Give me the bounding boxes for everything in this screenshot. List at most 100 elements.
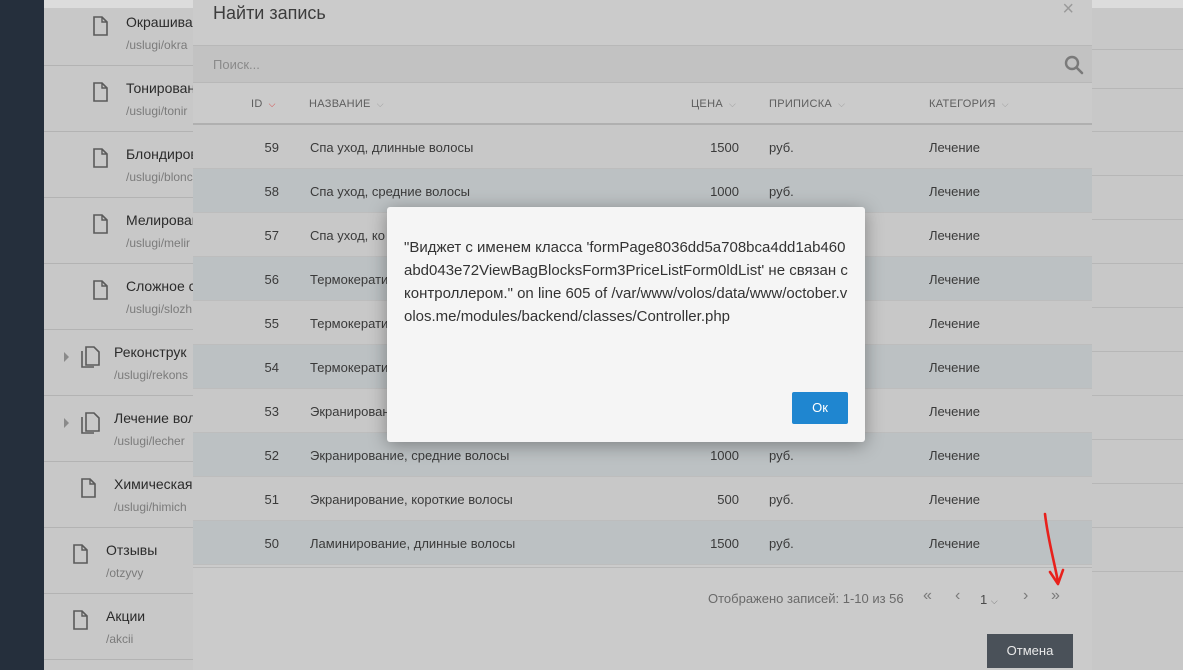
close-icon[interactable]: × [1062, 0, 1074, 21]
cell-id: 52 [264, 448, 279, 463]
divider [1092, 131, 1183, 132]
list-item-title: Окрашиван [126, 14, 201, 30]
list-item-title: Тонирован [126, 80, 196, 96]
list-item-title: Мелирован [126, 212, 200, 228]
list-item[interactable]: Лечение вол/uslugi/lecher [44, 396, 196, 462]
cell-suffix: руб. [769, 448, 794, 463]
cell-suffix: руб. [769, 492, 794, 507]
next-page-icon[interactable]: › [1023, 587, 1028, 605]
column-header-category[interactable]: КАТЕГОРИЯ ⌵ [929, 98, 1009, 110]
list-item-url: /uslugi/lecher [114, 434, 185, 448]
list-item-url: /uslugi/himich [114, 500, 187, 514]
cell-name: Экранирован [310, 404, 390, 419]
list-item[interactable]: Блондиров/uslugi/blonc [44, 132, 198, 198]
search-icon[interactable] [1064, 55, 1084, 75]
chevron-down-icon: ⌵ [728, 99, 737, 109]
divider [1092, 439, 1183, 440]
chevron-down-icon: ⌵ [1001, 99, 1009, 109]
cell-category: Лечение [929, 492, 981, 507]
list-item-title: Лечение вол [114, 410, 196, 426]
cell-suffix: руб. [769, 536, 794, 551]
list-item-url: /uslugi/melir [126, 236, 191, 250]
cell-name: Экранирование, короткие волосы [310, 492, 513, 507]
cell-name: Спа уход, ко [310, 228, 385, 243]
list-item-url: /otzyvy [106, 566, 144, 580]
cell-id: 59 [264, 140, 279, 155]
document-icon [92, 16, 108, 36]
cell-id: 58 [264, 184, 279, 199]
chevron-down-icon: ⌵ [376, 99, 384, 109]
divider [1092, 175, 1183, 176]
cell-category: Лечение [929, 316, 981, 331]
document-icon [92, 148, 108, 168]
list-item[interactable]: Отзывы/otzyvy [44, 528, 194, 594]
divider [1092, 307, 1183, 308]
list-item-url: /uslugi/tonir [126, 104, 188, 118]
ok-button[interactable]: Ок [792, 392, 848, 424]
cell-id: 55 [264, 316, 279, 331]
cell-suffix: руб. [769, 184, 794, 199]
expand-icon[interactable] [64, 418, 69, 428]
expand-icon[interactable] [64, 352, 69, 362]
divider [1092, 88, 1183, 89]
divider [1092, 219, 1183, 220]
cell-category: Лечение [929, 184, 981, 199]
divider [1092, 527, 1183, 528]
search-input[interactable] [193, 46, 1053, 82]
list-item-url: /uslugi/slozh [126, 302, 193, 316]
document-icon [92, 280, 108, 300]
page-select[interactable]: 1 ⌵ [980, 592, 998, 607]
list-item-url: /uslugi/rekons [114, 368, 189, 382]
cell-id: 53 [264, 404, 279, 419]
table-header: ID ⌵ НАЗВАНИЕ ⌵ ЦЕНА ⌵ ПРИПИСКА ⌵ КАТЕГОРИЯ ⌵ [193, 83, 1092, 125]
divider [1092, 571, 1183, 572]
cell-category: Лечение [929, 140, 981, 155]
cell-category: Лечение [929, 272, 981, 287]
cell-price: 1500 [710, 140, 739, 155]
document-icon [92, 214, 108, 234]
list-item-url: /uslugi/blonc [126, 170, 193, 184]
list-item[interactable]: Акции/akcii [44, 594, 194, 660]
left-nav-strip [0, 0, 44, 670]
list-item[interactable]: Сложное с/uslugi/slozh [44, 264, 196, 330]
table-row[interactable]: 59 Спа уход, длинные волосы 1500 руб. Лечени… [193, 125, 1092, 169]
first-page-icon[interactable]: « [923, 587, 932, 605]
list-item[interactable]: Тонирован/uslugi/tonir [44, 66, 196, 132]
column-header-id[interactable]: ID ⌵ [251, 98, 276, 110]
list-item[interactable]: Реконструк/uslugi/rekons [44, 330, 194, 396]
divider [1092, 49, 1183, 50]
error-alert-dialog: "Виджет с именем класса 'formPage8036dd5… [387, 207, 865, 442]
alert-message: "Виджет с именем класса 'formPage8036dd5… [404, 239, 848, 325]
search-bar [193, 45, 1092, 83]
column-header-name[interactable]: НАЗВАНИЕ ⌵ [309, 98, 384, 110]
chevron-down-icon: ⌵ [990, 596, 998, 606]
column-header-suffix[interactable]: ПРИПИСКА ⌵ [769, 98, 845, 110]
cell-id: 54 [264, 360, 279, 375]
cell-price: 1000 [710, 184, 739, 199]
red-arrow-annotation-icon [1043, 512, 1065, 586]
cell-price: 500 [717, 492, 739, 507]
divider [1092, 263, 1183, 264]
document-icon [80, 346, 100, 368]
list-item[interactable]: Мелирован/uslugi/melir [44, 198, 200, 264]
list-item[interactable]: Окрашиван/uslugi/okra [44, 0, 200, 66]
prev-page-icon[interactable]: ‹ [955, 587, 960, 605]
list-item-title: Химическая [114, 476, 193, 492]
list-item-title: Реконструк [114, 344, 187, 360]
cell-id: 51 [264, 492, 279, 507]
divider [1092, 351, 1183, 352]
list-item-url: /uslugi/okra [126, 38, 188, 52]
table-row[interactable]: 50 Ламинирование, длинные волосы 1500 руб. Л… [193, 521, 1092, 565]
cell-price: 1000 [710, 448, 739, 463]
table-row[interactable]: 51 Экранирование, короткие волосы 500 руб. Л… [193, 477, 1092, 521]
list-item[interactable]: Химическая/uslugi/himich [44, 462, 194, 528]
cancel-button[interactable]: Отмена [987, 634, 1073, 668]
chevron-down-icon: ⌵ [838, 99, 846, 109]
list-item-title: Сложное с [126, 278, 196, 294]
cell-name: Экранирование, средние волосы [310, 448, 510, 463]
column-header-price[interactable]: ЦЕНА ⌵ [691, 98, 736, 110]
cell-category: Лечение [929, 228, 981, 243]
cell-name: Спа уход, средние волосы [310, 184, 470, 199]
cell-category: Лечение [929, 448, 981, 463]
background-right-area [1092, 0, 1183, 670]
